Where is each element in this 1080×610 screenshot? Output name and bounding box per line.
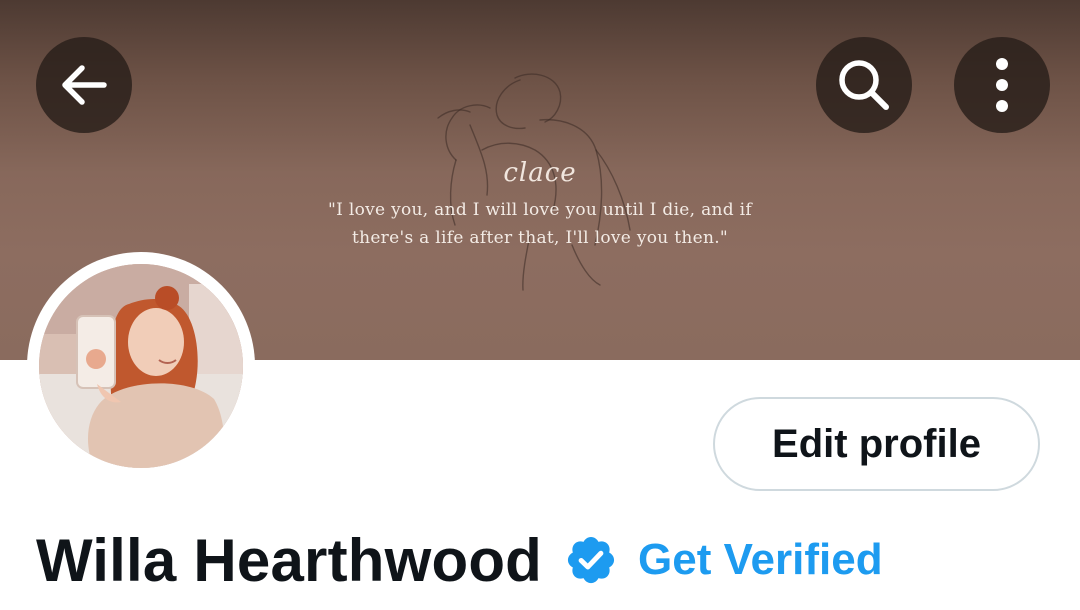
banner-quote-line2: there's a life after that, I'll love you… — [351, 228, 729, 248]
profile-name-row: Willa Hearthwood Get Verified — [36, 520, 883, 600]
edit-profile-button[interactable]: Edit profile — [713, 397, 1040, 491]
avatar[interactable] — [39, 264, 243, 468]
search-icon — [839, 60, 889, 110]
search-button[interactable] — [816, 37, 912, 133]
arrow-left-icon — [62, 65, 107, 105]
verified-badge-icon[interactable] — [564, 533, 618, 587]
more-options-button[interactable] — [954, 37, 1050, 133]
get-verified-link[interactable]: Get Verified — [638, 535, 883, 585]
banner-quote: "I love you, and I will love you until I… — [0, 196, 1080, 252]
profile-screen: clace "I love you, and I will love you u… — [0, 0, 1080, 610]
back-button[interactable] — [36, 37, 132, 133]
avatar-photo — [39, 264, 243, 468]
more-vertical-icon — [996, 58, 1008, 112]
banner-signature: clace — [503, 158, 577, 188]
banner-quote-line1: "I love you, and I will love you until I… — [328, 200, 752, 220]
display-name: Willa Hearthwood — [36, 526, 543, 594]
